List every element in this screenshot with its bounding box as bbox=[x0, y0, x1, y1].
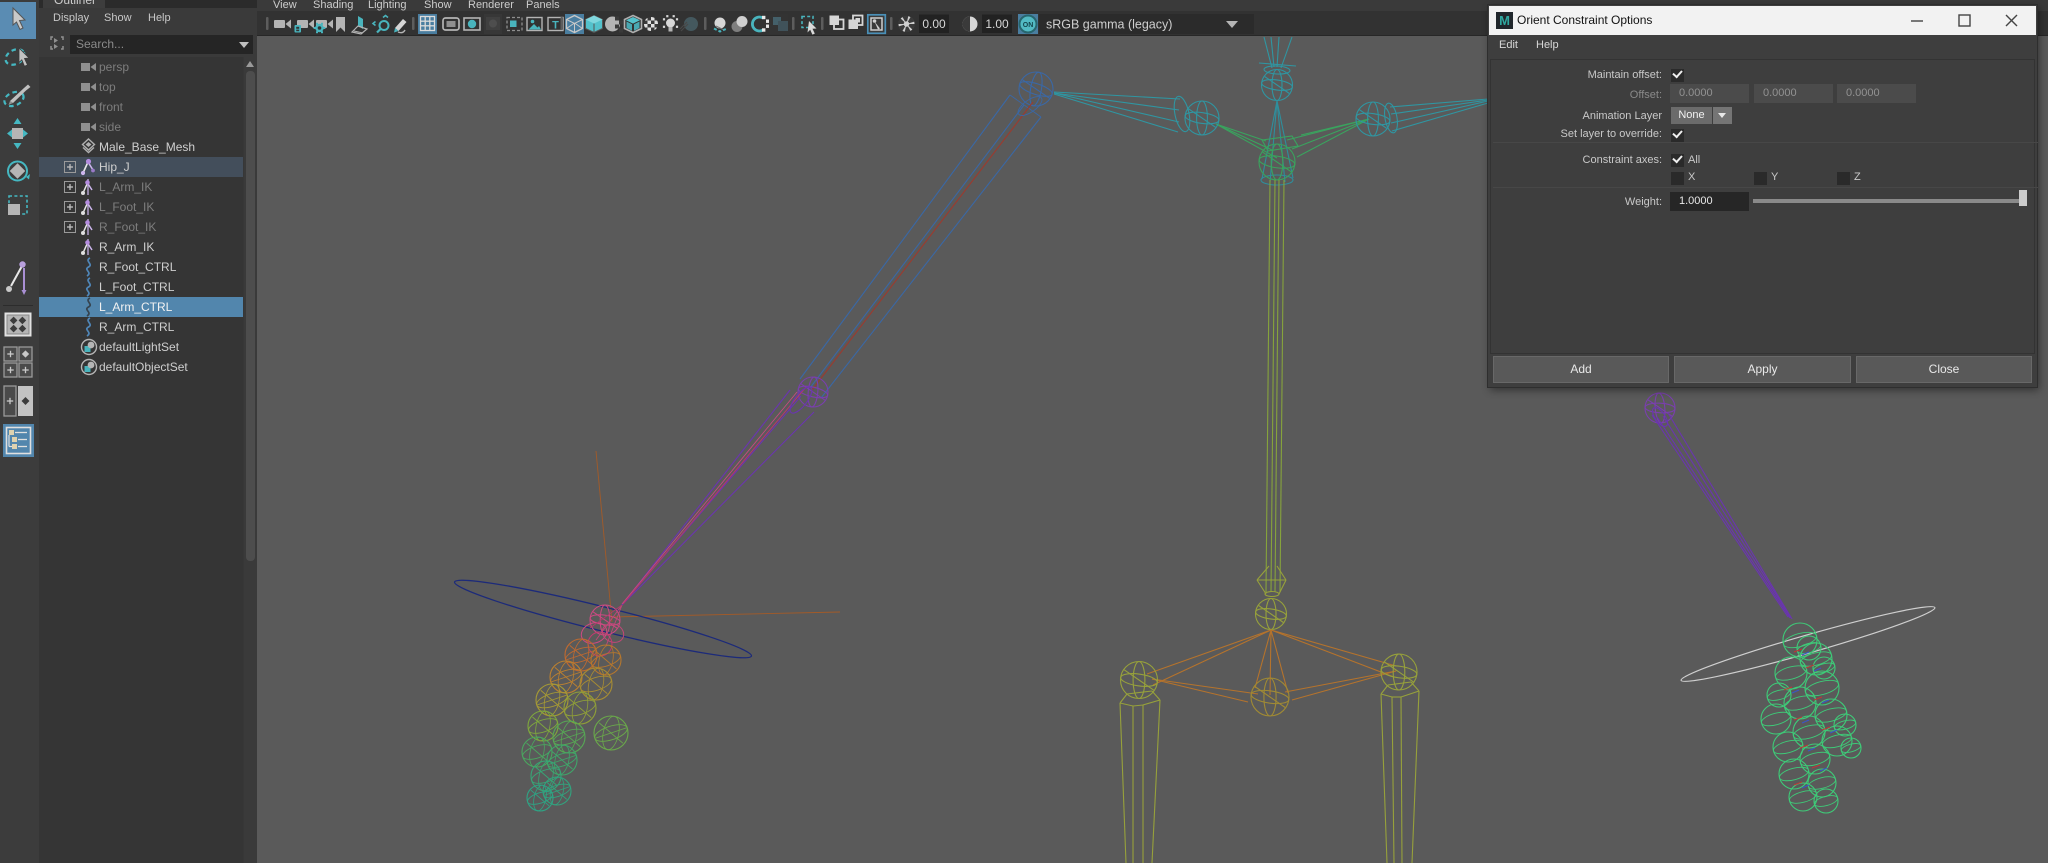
svg-text:ON: ON bbox=[1023, 22, 1034, 29]
svg-text:M: M bbox=[1499, 13, 1510, 28]
svg-text:T: T bbox=[552, 20, 559, 32]
svg-text:1.00: 1.00 bbox=[985, 17, 1009, 31]
svg-text:sRGB gamma (legacy): sRGB gamma (legacy) bbox=[1046, 18, 1172, 32]
svg-text:0.00: 0.00 bbox=[922, 17, 946, 31]
